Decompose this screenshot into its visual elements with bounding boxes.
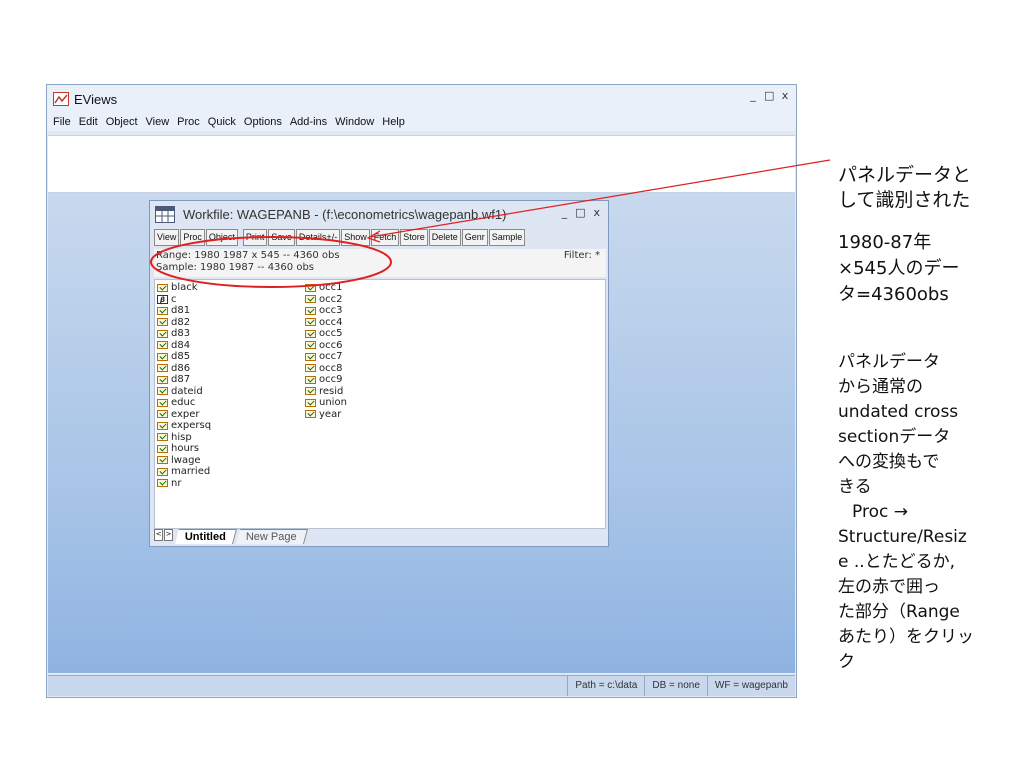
note-line: パネルデータ bbox=[838, 352, 940, 372]
note-line: への変換もで bbox=[838, 452, 940, 472]
note-line: きる bbox=[838, 477, 872, 497]
range-highlight-ellipse bbox=[150, 236, 392, 288]
note-line: あたり）をクリッ bbox=[838, 627, 974, 647]
note-line: Structure/Resiz bbox=[838, 527, 967, 547]
note-line: して識別された bbox=[838, 189, 971, 211]
annotation-panel-identified: パネルデータと して識別された bbox=[838, 163, 971, 213]
note-line: 左の赤で囲っ bbox=[838, 577, 940, 597]
note-line: e ..とたどるか, bbox=[838, 552, 956, 572]
note-line: sectionデータ bbox=[838, 427, 951, 447]
annotation-conversion: パネルデータ から通常の undated cross sectionデータ への… bbox=[838, 350, 1018, 675]
note-line: 1980-87年 bbox=[838, 232, 932, 253]
note-line: ×545人のデー bbox=[838, 258, 960, 279]
note-line: ク bbox=[838, 652, 855, 672]
note-line: undated cross bbox=[838, 402, 959, 422]
note-line: た部分（Range bbox=[838, 602, 960, 622]
note-line: パネルデータと bbox=[838, 164, 972, 186]
note-line: から通常の bbox=[838, 377, 923, 397]
annotation-obs-count: 1980-87年 ×545人のデー タ=4360obs bbox=[838, 230, 959, 308]
annotation-pointer-line bbox=[369, 159, 831, 238]
note-line: Proc → bbox=[852, 502, 908, 522]
note-line: タ=4360obs bbox=[838, 284, 949, 305]
